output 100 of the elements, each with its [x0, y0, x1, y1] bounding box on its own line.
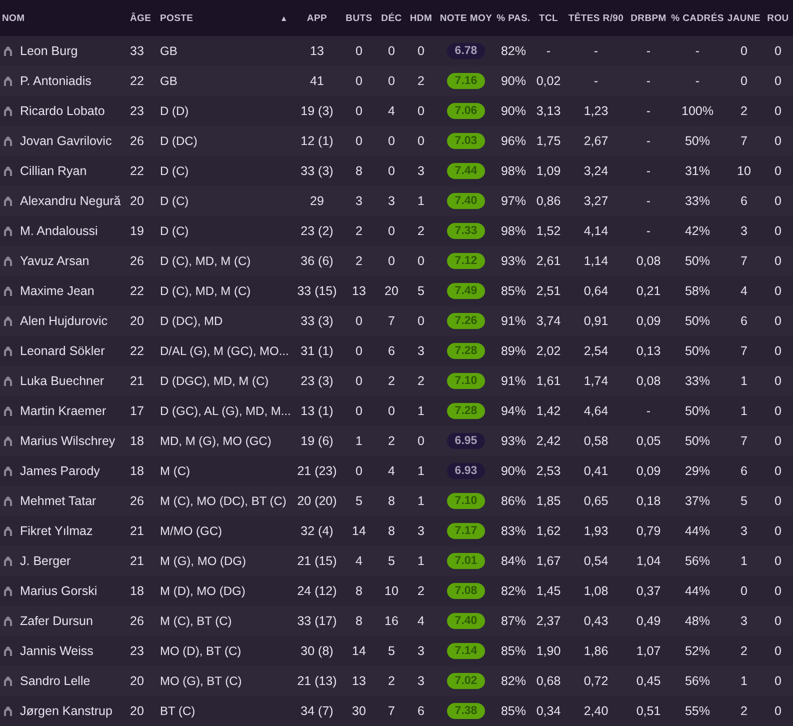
table-cell-text: 0,34: [535, 704, 562, 718]
person-icon: [3, 76, 13, 86]
person-icon: [3, 346, 13, 356]
player-name[interactable]: M. Andaloussi: [20, 224, 98, 238]
player-name[interactable]: Alexandru Negură: [20, 194, 121, 208]
table-cell-text: 3,13: [535, 104, 562, 118]
table-cell-text: 0,02: [535, 74, 562, 88]
table-cell-text: 4: [387, 104, 396, 118]
rating-badge: 7.33: [447, 223, 485, 239]
table-cell-text: 91%: [500, 314, 528, 328]
table-cell-text: 3: [740, 524, 748, 538]
rating-badge: 6.95: [447, 433, 485, 449]
column-header[interactable]: BUTS: [340, 12, 378, 24]
player-name[interactable]: Maxime Jean: [20, 284, 94, 298]
player-name[interactable]: Leonard Sökler: [20, 344, 105, 358]
rating-badge: 7.03: [447, 133, 485, 149]
player-name[interactable]: Jovan Gavrilovic: [20, 134, 112, 148]
table-cell-text: -: [645, 104, 652, 118]
table-cell-text: 8: [387, 494, 396, 508]
player-name[interactable]: Mehmet Tatar: [20, 494, 96, 508]
table-cell-text: 0: [387, 44, 396, 58]
table-cell-text: 0: [774, 104, 782, 118]
rating-badge: 7.10: [447, 493, 485, 509]
table-cell-text: -: [645, 404, 652, 418]
table-cell-text: 0,51: [635, 704, 662, 718]
player-name[interactable]: Luka Buechner: [20, 374, 104, 388]
rating-badge: 7.28: [447, 343, 485, 359]
player-name[interactable]: James Parody: [20, 464, 100, 478]
table-cell-text: 21 (15): [296, 554, 338, 568]
table-cell-text: 20: [130, 674, 145, 688]
table-cell-text: 2,42: [535, 434, 562, 448]
table-cell-text: 0: [774, 314, 782, 328]
table-cell-text: 1,86: [582, 644, 610, 658]
table-cell-text: 21 (13): [296, 674, 338, 688]
column-header[interactable]: NOM: [0, 12, 130, 24]
table-cell-text: 0: [354, 44, 364, 58]
column-header[interactable]: % PAS.: [495, 12, 532, 24]
player-name[interactable]: Ricardo Lobato: [20, 104, 105, 118]
table-cell-text: 1,14: [582, 254, 610, 268]
player-name[interactable]: Jørgen Kanstrup: [20, 704, 112, 718]
table-cell-text: 50%: [684, 254, 712, 268]
table-cell-text: 22: [130, 284, 145, 298]
column-header[interactable]: NOTE MOY: [437, 12, 495, 24]
table-cell-text: 87%: [500, 614, 528, 628]
table-cell-text: 90%: [500, 74, 528, 88]
table-cell-text: 0: [774, 44, 782, 58]
sort-arrow-icon[interactable]: ▲: [280, 14, 288, 22]
player-name[interactable]: Alen Hujdurovic: [20, 314, 108, 328]
table-cell-text: D (C): [160, 224, 190, 238]
table-cell-text: 2,02: [535, 344, 562, 358]
player-name[interactable]: Marius Gorski: [20, 584, 98, 598]
player-name[interactable]: Martin Kraemer: [20, 404, 106, 418]
table-cell-text: -: [545, 44, 552, 58]
table-cell-text: 2,61: [535, 254, 562, 268]
table-cell-text: 0,79: [635, 524, 662, 538]
table-cell-text: 0: [387, 224, 396, 238]
column-header[interactable]: HDM: [405, 12, 437, 24]
table-cell-text: 85%: [500, 704, 528, 718]
table-cell-text: 0: [416, 104, 426, 118]
column-header[interactable]: TÊTES R/90: [565, 12, 627, 24]
player-name[interactable]: Marius Wilschrey: [20, 434, 116, 448]
table-cell-text: -: [645, 194, 652, 208]
column-header[interactable]: ROU: [763, 12, 793, 24]
table-cell-text: -: [645, 74, 652, 88]
table-cell-text: 4,14: [582, 224, 610, 238]
table-cell-text: -: [694, 44, 701, 58]
column-header[interactable]: POSTE: [160, 12, 194, 24]
rating-badge: 7.17: [447, 523, 485, 539]
player-name[interactable]: Fikret Yılmaz: [20, 524, 93, 538]
table-cell-text: 0,68: [535, 674, 562, 688]
player-name[interactable]: Jannis Weiss: [20, 644, 94, 658]
player-name[interactable]: Zafer Dursun: [20, 614, 93, 628]
table-cell-text: 1,62: [535, 524, 562, 538]
table-cell-text: 6: [387, 344, 396, 358]
column-header[interactable]: DÉC: [378, 12, 405, 24]
table-cell-text: 3: [416, 524, 426, 538]
table-cell-text: 0,21: [635, 284, 662, 298]
column-header[interactable]: JAUNE: [725, 12, 763, 24]
column-header[interactable]: APP: [294, 12, 340, 24]
player-name[interactable]: J. Berger: [20, 554, 71, 568]
table-cell-text: 1,74: [582, 374, 610, 388]
table-cell-text: 50%: [684, 314, 712, 328]
rating-badge: 6.78: [447, 43, 485, 59]
table-cell-text: 23: [130, 104, 145, 118]
player-name[interactable]: Leon Burg: [20, 44, 78, 58]
player-name[interactable]: Yavuz Arsan: [20, 254, 90, 268]
table-cell-text: 14: [351, 644, 367, 658]
table-cell-text: 0: [740, 44, 748, 58]
column-header[interactable]: ÂGE: [130, 12, 160, 24]
player-name[interactable]: Cillian Ryan: [20, 164, 87, 178]
table-cell-text: 0,45: [635, 674, 662, 688]
table-cell-text: 1,90: [535, 644, 562, 658]
table-cell-text: 5: [387, 644, 396, 658]
table-cell-text: 3,24: [582, 164, 610, 178]
column-header[interactable]: % CADRÉS: [670, 12, 725, 24]
column-header[interactable]: TCL: [532, 12, 565, 24]
player-name[interactable]: Sandro Lelle: [20, 674, 90, 688]
table-cell-text: 7: [740, 434, 748, 448]
column-header[interactable]: DRBPM: [627, 12, 670, 24]
player-name[interactable]: P. Antoniadis: [20, 74, 92, 88]
